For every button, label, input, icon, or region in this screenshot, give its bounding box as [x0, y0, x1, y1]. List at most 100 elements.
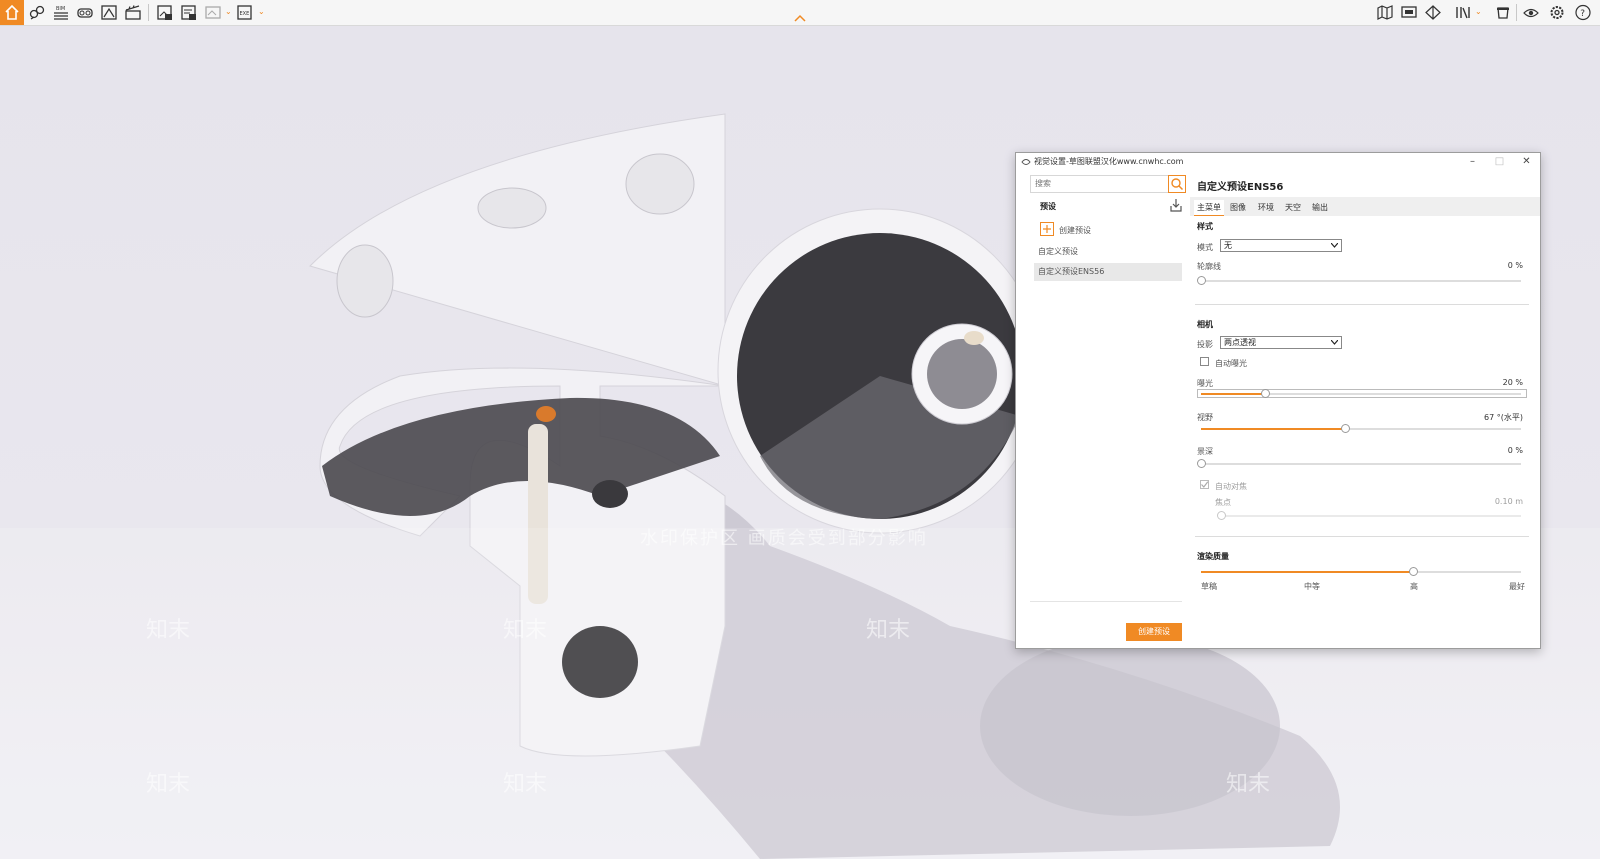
export-image-button[interactable]	[156, 4, 174, 21]
bim-button[interactable]: BIM	[52, 4, 70, 21]
monitor-icon	[1401, 6, 1417, 18]
preset-title: 自定义预设ENS56	[1197, 182, 1284, 193]
projection-value: 两点透视	[1224, 338, 1256, 347]
books-button[interactable]	[1454, 4, 1472, 21]
chevron-down-icon[interactable]: ⌄	[225, 7, 232, 16]
section-divider	[1195, 304, 1529, 305]
half-sphere-icon	[1425, 5, 1441, 20]
preset-item[interactable]: 自定义预设	[1034, 243, 1182, 261]
fov-slider-fill	[1201, 428, 1345, 430]
search-input[interactable]	[1032, 177, 1168, 189]
exposure-slider-fill	[1201, 393, 1265, 395]
mode-label: 模式	[1197, 243, 1213, 252]
quality-level-medium: 中等	[1304, 582, 1320, 591]
focus-slider-knob[interactable]	[1217, 511, 1226, 520]
home-icon	[5, 4, 19, 20]
outline-slider[interactable]	[1201, 280, 1521, 282]
projection-label: 投影	[1197, 340, 1213, 349]
tab-output[interactable]: 输出	[1309, 200, 1331, 215]
focus-value: 0.10 m	[1494, 497, 1523, 506]
focus-label: 焦点	[1215, 498, 1231, 507]
export-panorama-button[interactable]	[204, 4, 222, 21]
close-button[interactable]: ✕	[1513, 153, 1540, 171]
help-icon: ?	[1575, 4, 1591, 21]
collapse-toolbar-icon[interactable]	[794, 14, 806, 24]
vr-goggles-button[interactable]	[76, 4, 94, 21]
focus-slider[interactable]	[1221, 515, 1521, 517]
export-image2-button[interactable]	[180, 4, 198, 21]
outline-slider-knob[interactable]	[1197, 276, 1206, 285]
minimize-button[interactable]: –	[1459, 153, 1486, 171]
sidebar-divider	[1030, 601, 1182, 602]
chevron-down-icon[interactable]: ⌄	[258, 7, 265, 16]
home-button[interactable]	[0, 0, 24, 25]
quality-slider[interactable]	[1201, 571, 1521, 573]
tab-main[interactable]: 主菜单	[1194, 200, 1224, 216]
shell-opening	[477, 187, 547, 229]
dof-label: 景深	[1197, 447, 1213, 456]
export-panorama-icon	[205, 6, 221, 19]
monitor-button[interactable]	[1400, 4, 1418, 21]
projection-select[interactable]: 两点透视	[1220, 336, 1342, 349]
fov-value: 67 °(水平)	[1484, 413, 1523, 422]
exposure-label: 曝光	[1197, 379, 1213, 388]
shell-opening	[592, 480, 628, 508]
checkmark-icon	[1201, 481, 1209, 488]
cup-button[interactable]	[1494, 4, 1512, 21]
watermark-logo: 知末	[146, 772, 191, 797]
tab-environment[interactable]: 环境	[1255, 200, 1277, 215]
auto-exposure-checkbox[interactable]	[1200, 357, 1209, 366]
stair-core-hole	[927, 339, 997, 409]
toolbar-divider	[1516, 4, 1517, 21]
eye-button[interactable]	[1522, 4, 1540, 21]
chevron-down-icon[interactable]: ⌄	[1475, 7, 1482, 16]
bim-label: BIM	[56, 6, 65, 12]
map-button[interactable]	[1376, 4, 1394, 21]
window-titlebar[interactable]: 视觉设置-草图联盟汉化www.cnwhc.com – □ ✕	[1016, 153, 1540, 171]
create-preset-label: 创建预设	[1059, 226, 1091, 235]
style-heading: 样式	[1197, 222, 1213, 231]
binoculars-link-button[interactable]	[28, 4, 46, 21]
maximize-button[interactable]: □	[1486, 153, 1513, 171]
section-divider	[1195, 536, 1529, 537]
exposure-slider[interactable]	[1201, 393, 1521, 395]
window-title: 视觉设置-草图联盟汉化www.cnwhc.com	[1034, 157, 1184, 166]
import-preset-icon[interactable]	[1169, 198, 1183, 212]
mode-select[interactable]: 无	[1220, 239, 1342, 252]
exposure-slider-knob[interactable]	[1261, 389, 1270, 398]
fov-slider-knob[interactable]	[1341, 424, 1350, 433]
scene-button[interactable]	[100, 4, 118, 21]
outline-label: 轮廓线	[1197, 262, 1221, 271]
tab-image[interactable]: 图像	[1227, 200, 1249, 215]
quality-heading: 渲染质量	[1197, 552, 1229, 561]
half-sphere-button[interactable]	[1424, 4, 1442, 21]
auto-focus-label: 自动对焦	[1215, 482, 1247, 491]
outline-value: 0 %	[1507, 261, 1523, 270]
quality-slider-fill	[1201, 571, 1413, 573]
watermark-logo: 知末	[1226, 772, 1271, 797]
dof-slider-knob[interactable]	[1197, 459, 1206, 468]
gear-icon	[1550, 6, 1564, 19]
chevron-down-icon	[1331, 243, 1338, 248]
auto-focus-checkbox[interactable]	[1200, 480, 1209, 489]
create-preset-button[interactable]: 创建预设	[1126, 623, 1182, 641]
preset-item-selected[interactable]: 自定义预设ENS56	[1034, 263, 1182, 281]
visual-settings-window: 视觉设置-草图联盟汉化www.cnwhc.com – □ ✕ 预设 创建预设 自…	[1015, 152, 1541, 649]
quality-level-draft: 草稿	[1201, 582, 1217, 591]
plus-icon	[1040, 222, 1054, 236]
quality-level-high: 高	[1410, 582, 1418, 591]
help-button[interactable]: ?	[1574, 4, 1592, 21]
settings-button[interactable]	[1548, 4, 1566, 21]
cup-icon	[1497, 7, 1509, 19]
fov-slider[interactable]	[1201, 428, 1521, 430]
watermark-logo: 知末	[503, 618, 548, 643]
dof-slider[interactable]	[1201, 463, 1521, 465]
export-exe-button[interactable]: EXE	[236, 4, 254, 21]
export-image-icon	[157, 5, 172, 20]
tab-sky[interactable]: 天空	[1282, 200, 1304, 215]
clapper-button[interactable]	[124, 4, 142, 21]
auto-exposure-label: 自动曝光	[1215, 359, 1247, 368]
quality-slider-knob[interactable]	[1409, 567, 1418, 576]
search-button[interactable]	[1168, 175, 1186, 193]
app-icon	[1021, 159, 1031, 165]
